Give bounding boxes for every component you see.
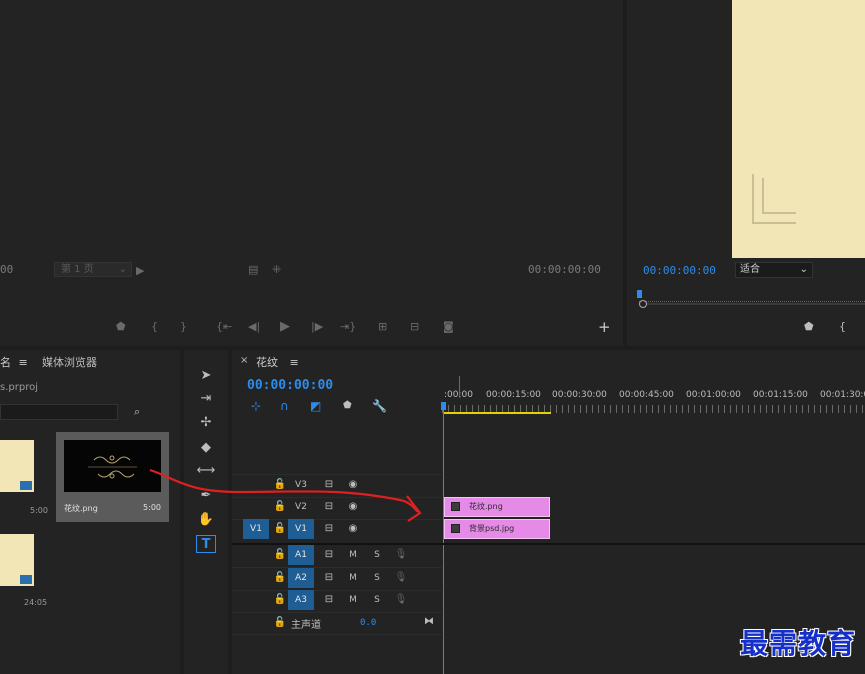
watermark-logo: 最需教育	[740, 627, 857, 660]
drag-arrow-annotation	[149, 468, 422, 522]
drag-arrow-line	[149, 468, 419, 513]
